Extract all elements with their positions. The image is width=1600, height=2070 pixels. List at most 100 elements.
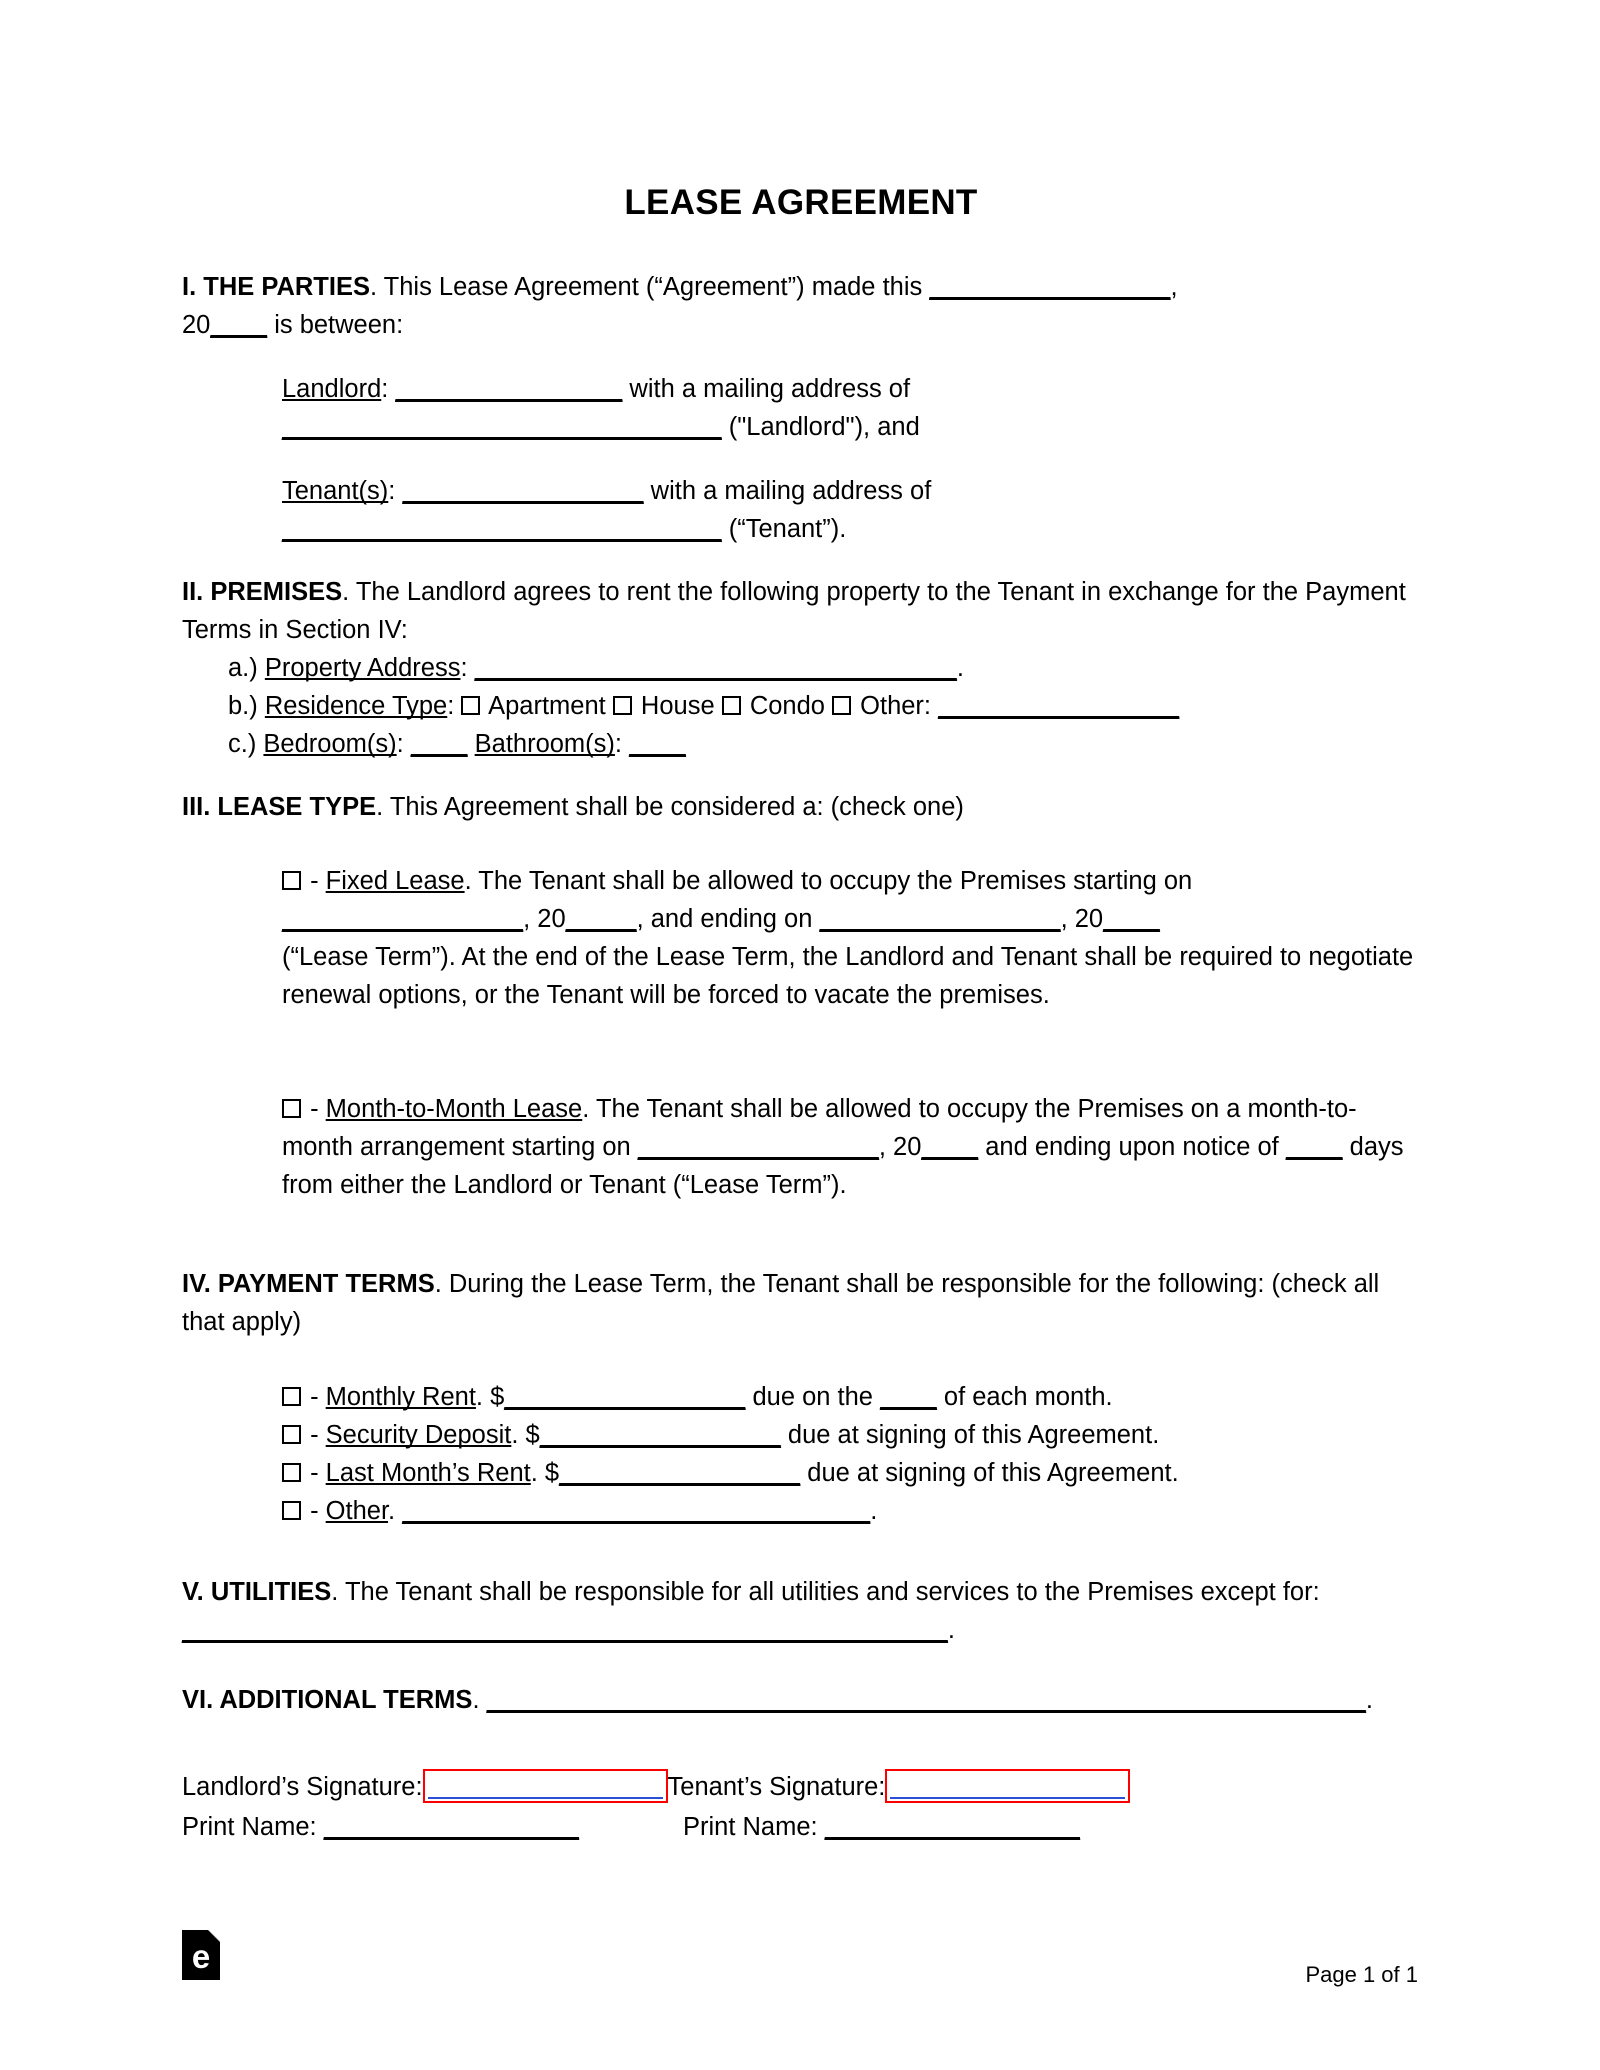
checkbox-security-deposit[interactable] bbox=[282, 1425, 301, 1444]
checkbox-condo[interactable] bbox=[721, 696, 741, 715]
premises-item-b: b.) Residence Type: Apartment House Cond… bbox=[228, 687, 1420, 725]
checkbox-monthly-rent[interactable] bbox=[282, 1387, 301, 1406]
fixed-lease-label: Fixed Lease bbox=[325, 867, 465, 895]
parties-year-suffix: is between: bbox=[267, 311, 404, 339]
landlord-print-name-label: Print Name: bbox=[182, 1813, 324, 1841]
residence-option-condo: Condo bbox=[742, 692, 825, 720]
other-payment-dash: - bbox=[303, 1497, 326, 1525]
parties-year-blank[interactable]: ____ bbox=[210, 311, 267, 339]
tenant-label: Tenant(s) bbox=[282, 477, 389, 505]
parties-date-blank[interactable]: _________________ bbox=[929, 273, 1170, 301]
premises-intro-text: . The Landlord agrees to rent the follow… bbox=[182, 578, 1406, 644]
utilities-intro-text: . The Tenant shall be responsible for al… bbox=[331, 1578, 1320, 1606]
landlord-address-blank[interactable]: _______________________________ bbox=[282, 413, 722, 441]
list-item: - Security Deposit. $_________________ d… bbox=[282, 1416, 1520, 1454]
tenant-colon: : bbox=[388, 477, 403, 505]
monthly-lease-mid-a: , 20 bbox=[878, 1133, 922, 1161]
section-payment-terms: IV. PAYMENT TERMS. During the Lease Term… bbox=[182, 1265, 1420, 1341]
landlord-mid-text: with a mailing address of bbox=[622, 375, 911, 403]
fixed-lease-end-year-blank[interactable]: ____ bbox=[1103, 905, 1160, 933]
monthly-lease-notice-blank[interactable]: ____ bbox=[1286, 1133, 1343, 1161]
last-months-rent-amount-blank[interactable]: _________________ bbox=[559, 1459, 800, 1487]
other-payment-blank[interactable]: _________________________________ bbox=[402, 1497, 870, 1525]
security-deposit-dash: - bbox=[303, 1421, 326, 1449]
fixed-lease-end-blank[interactable]: _________________ bbox=[819, 905, 1060, 933]
bedrooms-label: Bedroom(s) bbox=[263, 730, 397, 758]
checkbox-apartment[interactable] bbox=[461, 696, 481, 715]
eforms-logo: e bbox=[182, 1930, 222, 1982]
section-additional-terms: VI. ADDITIONAL TERMS. __________________… bbox=[182, 1681, 1420, 1719]
monthly-lease-mid-b: and ending upon notice of bbox=[978, 1133, 1286, 1161]
residence-option-other: Other: bbox=[853, 692, 939, 720]
checkbox-other-residence[interactable] bbox=[832, 696, 852, 715]
utilities-exception-blank[interactable]: ________________________________________… bbox=[182, 1616, 948, 1644]
fixed-lease-start-blank[interactable]: _________________ bbox=[282, 905, 523, 933]
tenant-print-name-blank[interactable]: __________________ bbox=[825, 1813, 1080, 1841]
list-item: - Monthly Rent. $_________________ due o… bbox=[282, 1378, 1520, 1416]
fixed-lease-mid-b: , and ending on bbox=[636, 905, 820, 933]
section-the-parties: I. THE PARTIES. This Lease Agreement (“A… bbox=[182, 268, 1420, 344]
premises-item-b-colon: : bbox=[447, 692, 462, 720]
fixed-lease-start-year-blank[interactable]: _____ bbox=[566, 905, 637, 933]
tenant-address-blank[interactable]: _______________________________ bbox=[282, 515, 722, 543]
parties-intro: I. THE PARTIES. This Lease Agreement (“A… bbox=[182, 268, 1420, 306]
additional-terms-suffix: . bbox=[1365, 1686, 1373, 1714]
lease-type-intro: III. LEASE TYPE. This Agreement shall be… bbox=[182, 788, 1420, 826]
bathrooms-colon: : bbox=[614, 730, 630, 758]
premises-item-b-marker: b.) bbox=[228, 692, 265, 720]
parties-year-line: 20____ is between: bbox=[182, 306, 1420, 344]
list-item: - Last Month’s Rent. $_________________ … bbox=[282, 1454, 1520, 1492]
section-premises: II. PREMISES. The Landlord agrees to ren… bbox=[182, 573, 1420, 763]
security-deposit-amount-blank[interactable]: _________________ bbox=[540, 1421, 781, 1449]
last-months-rent-after: due at signing of this Agreement. bbox=[800, 1459, 1179, 1487]
fixed-lease-mid-a: , 20 bbox=[523, 905, 566, 933]
premises-item-b-label: Residence Type bbox=[264, 692, 448, 720]
other-payment-label: Other bbox=[325, 1497, 389, 1525]
tenant-print-name-label: Print Name: bbox=[683, 1813, 825, 1841]
premises-item-c-marker: c.) bbox=[228, 730, 264, 758]
residence-other-blank[interactable]: _________________ bbox=[938, 692, 1179, 720]
tenant-line-1: Tenant(s): _________________ with a mail… bbox=[282, 472, 1520, 510]
premises-intro: II. PREMISES. The Landlord agrees to ren… bbox=[182, 573, 1420, 649]
checkbox-last-months-rent[interactable] bbox=[282, 1463, 301, 1482]
section-heading-additional-terms: VI. ADDITIONAL TERMS bbox=[182, 1686, 473, 1714]
security-deposit-mid: . $ bbox=[511, 1421, 540, 1449]
fixed-lease-text-a: . The Tenant shall be allowed to occupy … bbox=[464, 867, 1193, 895]
landlord-print-name-blank[interactable]: __________________ bbox=[324, 1813, 579, 1841]
tenant-mid-text: with a mailing address of bbox=[643, 477, 932, 505]
additional-terms-blank[interactable]: ________________________________________… bbox=[487, 1686, 1366, 1714]
premises-item-a-marker: a.) bbox=[228, 654, 265, 682]
section-heading-payment-terms: IV. PAYMENT TERMS bbox=[182, 1270, 435, 1298]
bathrooms-label: Bathroom(s) bbox=[474, 730, 615, 758]
tenant-signature-field[interactable] bbox=[885, 1769, 1131, 1803]
tenant-name-blank[interactable]: _________________ bbox=[402, 477, 643, 505]
monthly-rent-amount-blank[interactable]: _________________ bbox=[504, 1383, 745, 1411]
property-address-blank[interactable]: __________________________________ bbox=[475, 654, 957, 682]
checkbox-month-to-month-lease[interactable] bbox=[282, 1099, 301, 1118]
list-item: - Other. _______________________________… bbox=[282, 1492, 1520, 1530]
bathrooms-blank[interactable]: ____ bbox=[629, 730, 686, 758]
landlord-signature-field[interactable] bbox=[422, 1769, 668, 1803]
section-utilities: V. UTILITIES. The Tenant shall be respon… bbox=[182, 1573, 1420, 1649]
payment-terms-list: - Monthly Rent. $_________________ due o… bbox=[282, 1378, 1520, 1530]
bedrooms-blank[interactable]: ____ bbox=[411, 730, 468, 758]
checkbox-other-payment[interactable] bbox=[282, 1501, 301, 1520]
tenant-suffix-text: (“Tenant”). bbox=[721, 515, 847, 543]
checkbox-fixed-lease[interactable] bbox=[282, 871, 301, 890]
other-payment-mid: . bbox=[388, 1497, 403, 1525]
section-heading-premises: II. PREMISES bbox=[182, 578, 343, 606]
month-to-month-block: - Month-to-Month Lease. The Tenant shall… bbox=[282, 1090, 1420, 1204]
monthly-rent-after: due on the bbox=[745, 1383, 881, 1411]
security-deposit-label: Security Deposit bbox=[325, 1421, 512, 1449]
premises-item-a-suffix: . bbox=[956, 654, 964, 682]
landlord-name-blank[interactable]: ________________ bbox=[395, 375, 622, 403]
monthly-lease-start-blank[interactable]: _________________ bbox=[638, 1133, 879, 1161]
bedrooms-colon: : bbox=[396, 730, 411, 758]
premises-item-c: c.) Bedroom(s): ____ Bathroom(s): ____ bbox=[228, 725, 1420, 763]
monthly-rent-day-blank[interactable]: ____ bbox=[880, 1383, 937, 1411]
monthly-lease-start-year-blank[interactable]: ____ bbox=[921, 1133, 978, 1161]
security-deposit-after: due at signing of this Agreement. bbox=[780, 1421, 1160, 1449]
checkbox-house[interactable] bbox=[612, 696, 632, 715]
document-page: LEASE AGREEMENT I. THE PARTIES. This Lea… bbox=[0, 0, 1600, 2070]
fixed-lease-dash: - bbox=[303, 867, 326, 895]
